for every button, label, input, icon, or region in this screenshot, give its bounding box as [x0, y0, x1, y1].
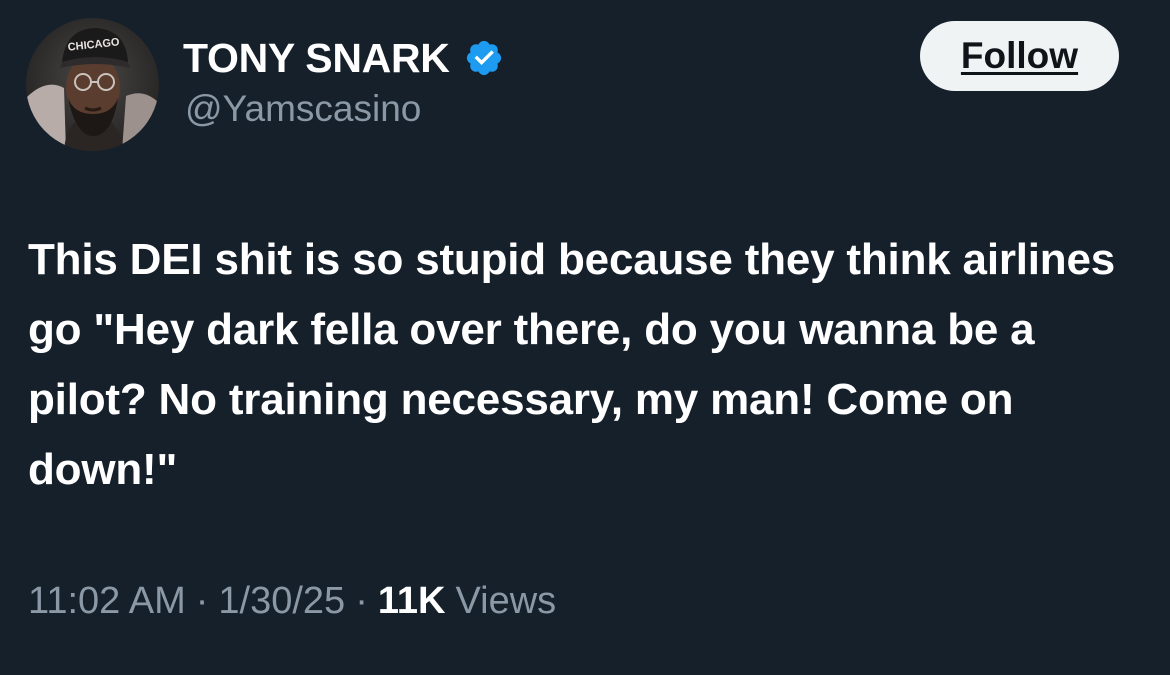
meta-separator: ·	[355, 580, 368, 622]
views-count: 11K	[377, 580, 446, 622]
meta-separator: ·	[195, 580, 209, 622]
avatar[interactable]: CHICAGO	[26, 18, 159, 151]
tweet-date[interactable]: 1/30/25	[218, 580, 345, 623]
avatar-image: CHICAGO	[26, 18, 159, 151]
author-handle[interactable]: @Yamscasino	[185, 88, 421, 130]
tweet-text: This DEI shit is so stupid because they …	[28, 235, 1116, 494]
display-name[interactable]: TONY SNARK	[183, 35, 450, 82]
verified-badge-icon	[464, 38, 504, 78]
tweet-time[interactable]: 11:02 AM	[28, 580, 186, 623]
author-name-row: TONY SNARK	[183, 32, 504, 84]
tweet-meta: 11:02 AM · 1/30/25 · 11K Views	[28, 580, 556, 623]
follow-button[interactable]: Follow	[920, 21, 1119, 91]
views-label: Views	[455, 580, 557, 622]
tweet-card: CHICAGO TONY SNARK @Yamscasino Follow Th…	[0, 0, 1170, 675]
